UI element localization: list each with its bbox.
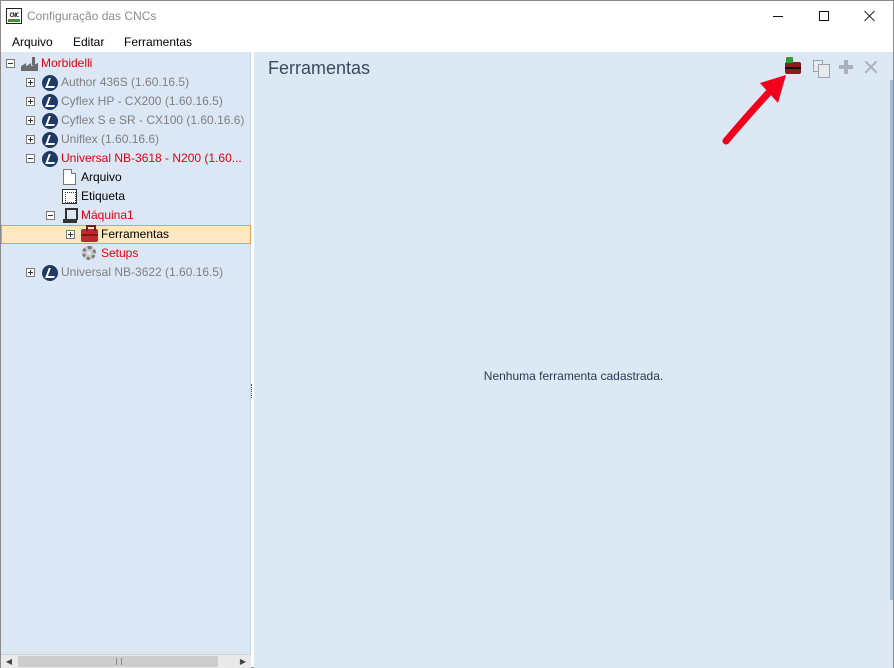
cnc-machine-icon: [42, 94, 58, 110]
label-icon: [62, 189, 77, 204]
annotation-arrow-icon: [722, 75, 786, 145]
delete-tool-button[interactable]: [861, 58, 881, 76]
minimize-button[interactable]: [755, 1, 801, 31]
tree-node-label: Arquivo: [81, 170, 122, 184]
tree-node-label: Author 436S (1.60.16.5): [61, 75, 190, 89]
scrollbar-thumb[interactable]: [18, 656, 218, 667]
cnc-machine-icon: [42, 265, 58, 281]
menu-arquivo[interactable]: Arquivo: [12, 35, 53, 49]
expand-icon[interactable]: [26, 97, 35, 106]
tree-node-label: Cyflex S e SR - CX100 (1.60.16.6): [61, 113, 245, 127]
title-bar: CNC Configuração das CNCs: [1, 1, 893, 32]
tree-node-maquina1[interactable]: Máquina1: [1, 206, 251, 225]
add-tool-button[interactable]: [836, 58, 856, 76]
window-title: Configuração das CNCs: [27, 9, 157, 23]
scroll-left-arrow-icon[interactable]: ◀: [1, 655, 17, 668]
cnc-machine-icon: [42, 132, 58, 148]
collapse-icon[interactable]: [46, 211, 55, 220]
menu-ferramentas[interactable]: Ferramentas: [124, 35, 192, 49]
tree-node-label: Cyflex HP - CX200 (1.60.16.5): [61, 94, 223, 108]
tree-node-etiqueta[interactable]: Etiqueta: [1, 187, 251, 206]
menu-bar: Arquivo Editar Ferramentas: [1, 32, 893, 52]
document-icon: [63, 169, 76, 185]
tools-content-pane: Ferramentas Nenhuma ferramenta cadastrad…: [254, 52, 893, 668]
scroll-right-arrow-icon[interactable]: ▶: [235, 655, 251, 668]
tree-node-setups[interactable]: Setups: [1, 244, 251, 263]
copy-icon: [813, 60, 830, 78]
collapse-icon[interactable]: [6, 59, 15, 68]
tree-node-author-436s[interactable]: Author 436S (1.60.16.5): [1, 73, 251, 92]
tree-node-universal-nb-3618[interactable]: Universal NB-3618 - N200 (1.60...: [1, 149, 251, 168]
right-edge-scrollbar[interactable]: [890, 80, 893, 600]
tree-node-universal-nb-3622[interactable]: Universal NB-3622 (1.60.16.5): [1, 263, 251, 282]
tree-node-uniflex[interactable]: Uniflex (1.60.16.6): [1, 130, 251, 149]
tree-node-cyflex-s-sr[interactable]: Cyflex S e SR - CX100 (1.60.16.6): [1, 111, 251, 130]
minimize-icon: [773, 15, 783, 17]
expand-icon[interactable]: [26, 116, 35, 125]
expand-icon[interactable]: [66, 230, 75, 239]
main-window: CNC Configuração das CNCs Arquivo Editar…: [0, 0, 894, 668]
machine-icon: [63, 208, 78, 223]
collapse-icon[interactable]: [26, 154, 35, 163]
factory-icon: [21, 57, 38, 71]
tree-node-label: Setups: [101, 246, 139, 260]
maximize-button[interactable]: [801, 1, 847, 31]
tree-node-label: Uniflex (1.60.16.6): [61, 132, 160, 146]
tree-node-morbidelli[interactable]: Morbidelli: [1, 54, 251, 73]
cnc-tree-pane[interactable]: Morbidelli Author 436S (1.60.16.5) Cyfle…: [1, 52, 251, 668]
tree-node-arquivo[interactable]: Arquivo: [1, 168, 251, 187]
content-title: Ferramentas: [268, 58, 371, 78]
cnc-app-icon: CNC: [6, 8, 22, 24]
close-button[interactable]: [847, 1, 893, 31]
tree-node-ferramentas[interactable]: Ferramentas: [1, 225, 251, 244]
copy-tool-button[interactable]: [810, 58, 830, 78]
cnc-machine-icon: [42, 151, 58, 167]
menu-editar[interactable]: Editar: [73, 35, 104, 49]
tree-horizontal-scrollbar[interactable]: ◀ ▶: [1, 654, 251, 668]
cnc-machine-icon: [42, 113, 58, 129]
expand-icon[interactable]: [26, 78, 35, 87]
gear-icon: [82, 246, 96, 260]
expand-icon[interactable]: [26, 268, 35, 277]
maximize-icon: [819, 11, 829, 21]
tree-node-cyflex-hp[interactable]: Cyflex HP - CX200 (1.60.16.5): [1, 92, 251, 111]
expand-icon[interactable]: [26, 135, 35, 144]
x-icon: [864, 60, 878, 74]
tree-node-label: Ferramentas: [101, 227, 170, 241]
close-icon: [864, 10, 876, 22]
empty-tools-message: Nenhuma ferramenta cadastrada.: [483, 369, 664, 383]
tree-node-label: Universal NB-3618 - N200 (1.60...: [61, 151, 242, 165]
tree-node-label: Máquina1: [81, 208, 134, 222]
toolbox-icon: [81, 225, 98, 242]
plus-icon: [839, 60, 853, 74]
tree-node-label: Morbidelli: [41, 56, 93, 70]
tree-node-label: Universal NB-3622 (1.60.16.5): [61, 265, 224, 279]
cnc-machine-icon: [42, 75, 58, 91]
tree-node-label: Etiqueta: [81, 189, 126, 203]
